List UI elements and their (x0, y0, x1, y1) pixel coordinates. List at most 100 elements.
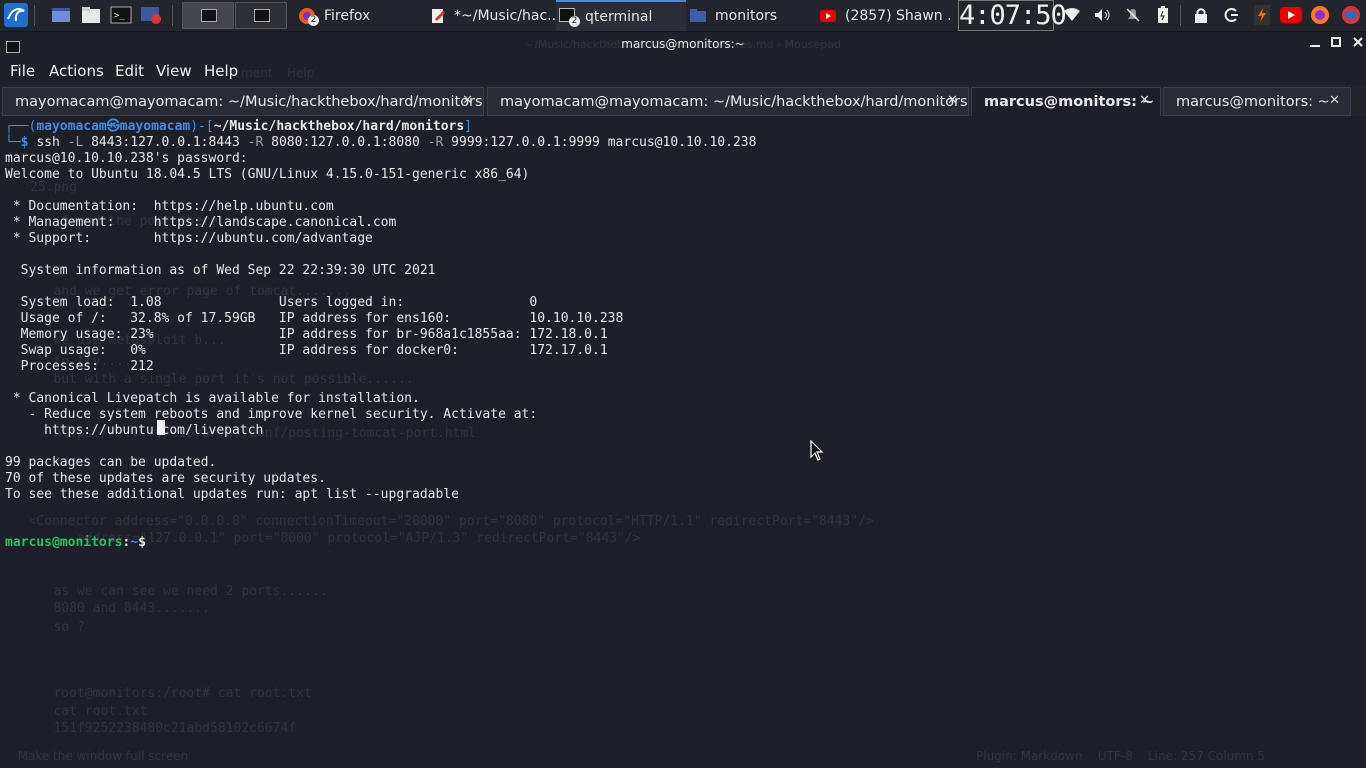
task-label: *~/Music/hac... (454, 7, 555, 24)
ghost-text: 151f9252238480c21abd58102c6674f (30, 721, 297, 736)
tab-bar: mayomacam@mayomacam: ~/Music/hackthebox/… (0, 85, 1366, 116)
show-desktop-icon[interactable] (50, 4, 72, 26)
kali-menu-icon[interactable] (4, 3, 28, 27)
folder-icon (690, 8, 706, 23)
task-label: (2857) Shawn ... (845, 7, 952, 24)
tab-close-icon[interactable]: ✕ (947, 93, 958, 108)
task-youtube[interactable]: (2857) Shawn ... (820, 0, 952, 31)
ghost-text: Plugin: Markdown UTF-8 Line: 257 Column … (976, 749, 1266, 763)
tab-label: mayomacam@mayomacam: ~/Music/hackthebox/… (500, 94, 968, 110)
tab-close-icon[interactable]: ✕ (1139, 93, 1150, 108)
task-monitors-folder[interactable]: monitors (690, 0, 810, 31)
task-label: monitors (715, 7, 778, 24)
tab-close-icon[interactable]: ✕ (462, 93, 473, 108)
task-badge: 2 (569, 15, 580, 27)
scrollbar[interactable] (1358, 118, 1366, 768)
minimize-icon[interactable] (1307, 35, 1323, 53)
menubar: File Actions Edit View Help ment Help (0, 57, 1366, 85)
output-line: System load: 1.08 Users logged in: 0 (5, 295, 538, 310)
prompt-symbol: $ (138, 535, 146, 550)
task-badge: 2 (308, 14, 319, 26)
output-line: https://ubuntu.com/livepatch (5, 423, 264, 438)
menu-help[interactable]: Help (204, 62, 238, 80)
ghost-text: Make the window full screen (10, 749, 189, 763)
tab-label: marcus@monitors: ~ (1176, 94, 1330, 110)
prompt-host: mayomacam (119, 119, 191, 134)
output-line: - Reduce system reboots and improve kern… (5, 407, 538, 422)
battery-icon[interactable] (1153, 5, 1173, 25)
command-name: ssh (36, 135, 60, 150)
tab-1[interactable]: mayomacam@mayomacam: ~/Music/hackthebox/… (2, 87, 484, 116)
menu-actions[interactable]: Actions (49, 62, 104, 80)
mouse-pointer-icon (810, 439, 824, 466)
tab-4[interactable]: marcus@monitors: ~ ✕ (1163, 87, 1351, 116)
notifications-muted-icon[interactable] (1123, 5, 1143, 25)
output-line: * Management: https://landscape.canonica… (5, 215, 397, 230)
panel-separator (34, 5, 35, 26)
output-line: Memory usage: 23% IP address for br-968a… (5, 327, 608, 342)
volume-icon[interactable] (1093, 5, 1113, 25)
screen-recorder-icon[interactable] (140, 4, 162, 26)
output-line: * Support: https://ubuntu.com/advantage (5, 231, 373, 246)
output-line: marcus@10.10.10.238's password: (5, 151, 248, 166)
terminal-icon: 2 (559, 7, 581, 27)
panel-separator (1180, 5, 1181, 26)
close-window-icon[interactable] (1350, 35, 1366, 53)
tab-label: marcus@monitors: ~ (984, 94, 1155, 110)
burpsuite-icon[interactable] (1252, 5, 1272, 25)
workspace-2-button[interactable] (235, 2, 287, 29)
window-titlebar[interactable]: ~/Music/hackthebox/hard/monitors/notes.m… (0, 32, 1366, 57)
panel-separator (172, 5, 173, 26)
maximize-icon[interactable] (1328, 35, 1344, 53)
tab-2[interactable]: mayomacam@mayomacam: ~/Music/hackthebox/… (487, 87, 969, 116)
ghost-text: so ? (30, 620, 85, 635)
window-title: marcus@monitors:~ (621, 37, 745, 51)
task-mousepad[interactable]: *~/Music/hac... (430, 0, 555, 31)
ghost-text: root@monitors:/root# cat root.txt (30, 686, 312, 701)
ghost-menu-item: ment (241, 66, 273, 80)
workspace-1-button[interactable] (182, 2, 234, 29)
firefox-launcher-icon[interactable] (1310, 5, 1330, 25)
menu-edit[interactable]: Edit (115, 62, 144, 80)
menu-view[interactable]: View (156, 62, 192, 80)
text-editor-icon (430, 8, 446, 24)
youtube-icon (820, 9, 836, 22)
task-firefox[interactable]: 2 Firefox (298, 0, 418, 31)
prompt-userhost: marcus@monitors (5, 535, 123, 550)
output-line: Usage of /: 32.8% of 17.59GB IP address … (5, 311, 624, 326)
task-label: Firefox (324, 7, 371, 24)
tab-3[interactable]: marcus@monitors: ~ ✕ (971, 87, 1161, 116)
svg-text:>_: >_ (114, 11, 125, 21)
prompt-line-1: ┌──(mayomacam㉿mayomacam)-[~/Music/hackth… (5, 119, 472, 134)
tab-label: mayomacam@mayomacam: ~/Music/hackthebox/… (15, 94, 483, 110)
lock-screen-icon[interactable] (1191, 5, 1211, 25)
terminal-launcher-icon[interactable]: >_ (110, 4, 132, 26)
file-manager-icon[interactable] (80, 4, 102, 26)
text-cursor (157, 420, 165, 435)
task-qterminal[interactable]: 2 qterminal (556, 0, 686, 31)
remote-prompt: marcus@monitors:~$ (5, 535, 146, 550)
ghost-text: cat root.txt (30, 704, 148, 719)
wifi-icon[interactable] (1062, 5, 1082, 25)
ghost-text: as we can see we need 2 ports...... (30, 584, 328, 599)
logout-icon[interactable] (1221, 5, 1241, 25)
prompt-path: ~ (130, 535, 139, 550)
output-line: * Documentation: https://help.ubuntu.com (5, 199, 334, 214)
output-line: 99 packages can be updated. (5, 455, 217, 470)
output-line: Processes: 212 (5, 359, 154, 374)
clock[interactable]: 4:07:50 (958, 0, 1067, 31)
output-line: To see these additional updates run: apt… (5, 487, 459, 502)
menu-file[interactable]: File (10, 62, 35, 80)
prompt-cwd: ~/Music/hackthebox/hard/monitors (213, 119, 465, 134)
ghost-menu-item: Help (287, 66, 315, 80)
top-panel: >_ 2 Firefox *~/Music/hac... 2 qterminal… (0, 0, 1366, 32)
avatar-icon[interactable] (1339, 5, 1363, 25)
task-label: qterminal (585, 8, 653, 25)
firefox-icon: 2 (298, 6, 320, 26)
ghost-text: <Connector address="0.0.0.0" connectionT… (5, 514, 874, 529)
youtube-launcher-icon[interactable] (1280, 5, 1302, 25)
ghost-text: 8080 and 8443....... (30, 601, 211, 616)
tab-close-icon[interactable]: ✕ (1329, 93, 1340, 108)
output-line: Swap usage: 0% IP address for docker0: 1… (5, 343, 608, 358)
output-line: System information as of Wed Sep 22 22:3… (5, 263, 436, 278)
